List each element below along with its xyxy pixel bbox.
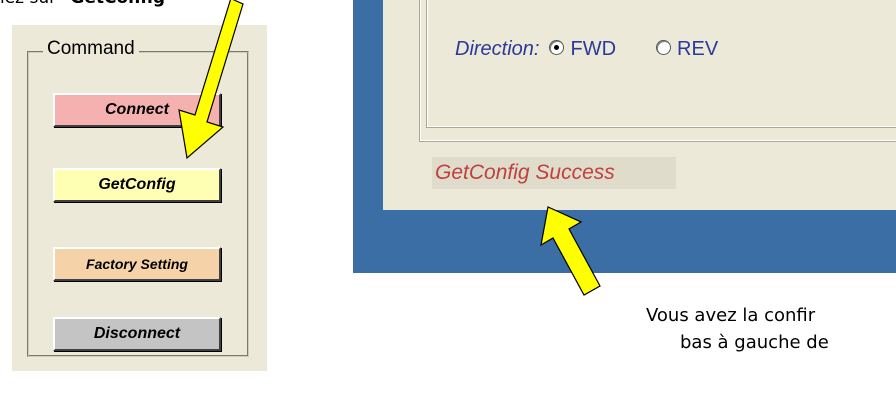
top-caption-prefix: lez sur [0,0,62,8]
bottom-caption-line1: Vous avez la confir [646,305,816,326]
disconnect-button[interactable]: Disconnect [53,317,221,351]
status-text: GetConfig Success [432,157,676,189]
factory-setting-button[interactable]: Factory Setting [53,247,221,281]
connect-button[interactable]: Connect [53,93,221,127]
top-caption: lez sur "GetConfig" [0,0,174,8]
radio-rev-label[interactable]: REV [677,38,718,60]
direction-row: Direction: FWD REV [455,38,718,61]
bottom-caption-line2: bas à gauche de [680,332,829,353]
direction-label: Direction: [455,38,540,60]
bottom-caption: Vous avez la confir bas à gauche de [646,302,829,356]
command-legend: Command [43,37,139,61]
command-panel: Command Connect GetConfig Factory Settin… [12,25,267,371]
inner-groupbox [426,0,896,128]
radio-rev[interactable] [656,40,672,56]
top-caption-highlight: "GetConfig" [62,0,174,8]
getconfig-button[interactable]: GetConfig [53,168,221,202]
radio-fwd[interactable] [549,40,565,56]
radio-fwd-label[interactable]: FWD [570,38,616,60]
